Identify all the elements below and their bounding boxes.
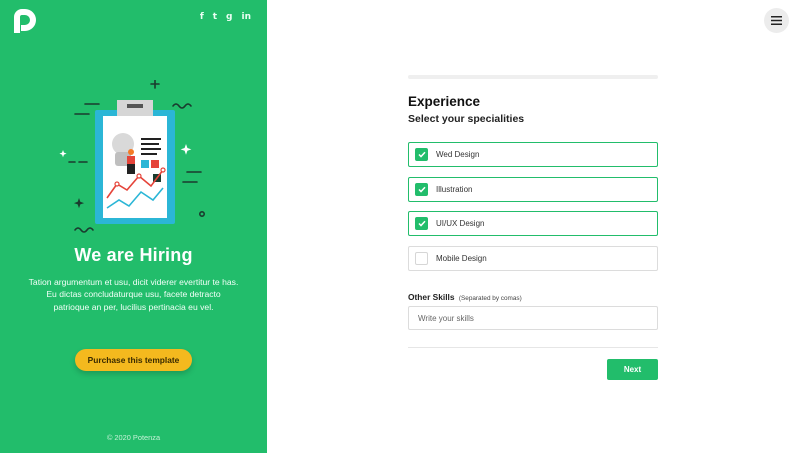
option-mobile-design[interactable]: Mobile Design	[408, 246, 658, 271]
hiring-title: We are Hiring	[74, 245, 193, 265]
social-links: f t g in	[200, 12, 251, 22]
checkmark-icon	[417, 151, 426, 158]
left-panel: f t g in We are Hiring Tation argumentum…	[0, 0, 267, 453]
twitter-icon[interactable]: t	[213, 12, 217, 22]
checkmark-icon	[417, 220, 426, 227]
divider	[408, 347, 658, 348]
option-illustration[interactable]: Illustration	[408, 177, 658, 202]
checkbox[interactable]	[415, 252, 428, 265]
option-label: Wed Design	[436, 150, 480, 159]
option-label: UI/UX Design	[436, 219, 485, 228]
copyright-text: © 2020 Potenza	[106, 433, 161, 442]
hamburger-menu-icon	[771, 16, 782, 25]
other-skills-text: Other Skills	[408, 292, 455, 302]
option-label: Mobile Design	[436, 254, 487, 263]
potenza-logo-icon[interactable]	[11, 8, 37, 34]
other-skills-hint: (Separated by comas)	[458, 295, 522, 302]
clipboard-chart-illustration	[59, 80, 206, 233]
form-title: Experience	[408, 94, 481, 109]
checkbox[interactable]	[415, 217, 428, 230]
other-skills-label: Other Skills (Separated by comas)	[408, 292, 522, 302]
form-subtitle: Select your specialities	[408, 113, 525, 125]
menu-button[interactable]	[764, 8, 789, 33]
purchase-template-button[interactable]: Purchase this template	[75, 349, 192, 371]
option-label: Illustration	[436, 185, 473, 194]
option-web-design[interactable]: Wed Design	[408, 142, 658, 167]
checkmark-icon	[417, 186, 426, 193]
step-progress-bar	[408, 75, 658, 79]
skills-input[interactable]	[408, 306, 658, 330]
next-button[interactable]: Next	[607, 359, 658, 380]
option-uiux-design[interactable]: UI/UX Design	[408, 211, 658, 236]
checkbox[interactable]	[415, 183, 428, 196]
linkedin-icon[interactable]: in	[242, 12, 252, 22]
google-plus-icon[interactable]: g	[226, 12, 232, 22]
hiring-description: Tation argumentum et usu, dicit viderer …	[28, 277, 239, 312]
facebook-icon[interactable]: f	[200, 12, 204, 22]
checkbox[interactable]	[415, 148, 428, 161]
